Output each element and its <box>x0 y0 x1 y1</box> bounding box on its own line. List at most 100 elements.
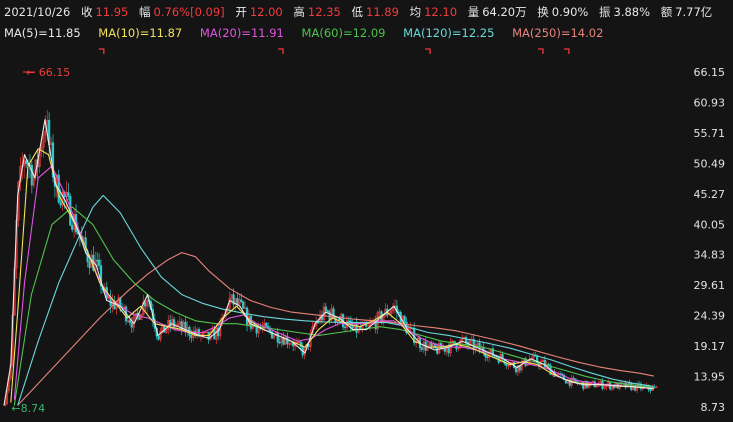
candlesticks <box>3 109 658 407</box>
low-value: 11.89 <box>366 5 399 19</box>
y-tick-label: 19.17 <box>694 340 726 353</box>
candle-body <box>217 327 220 337</box>
candlestick <box>464 335 468 346</box>
amplitude-label: 振 <box>599 5 611 19</box>
candlestick <box>368 317 372 332</box>
candlestick <box>330 304 333 323</box>
event-marker <box>278 48 284 54</box>
candlestick <box>94 251 97 271</box>
y-tick-label: 66.15 <box>694 66 726 79</box>
candle-body <box>282 338 285 345</box>
turnover-value: 0.90% <box>551 5 589 19</box>
candlestick <box>278 337 281 345</box>
candle-body <box>67 192 70 197</box>
avg-value: 12.10 <box>424 5 458 19</box>
candle-body <box>326 310 329 313</box>
high-value: 12.35 <box>307 5 341 19</box>
annotations: ← 66.15 ←8.74 <box>11 66 70 415</box>
candlestick <box>199 333 203 342</box>
candle-body <box>30 164 33 186</box>
candlestick <box>520 359 523 373</box>
candle-body <box>138 314 141 320</box>
candlestick <box>461 334 464 345</box>
price-axis: 66.15 60.93 55.71 50.49 45.27 40.05 34.83 29.61… <box>694 66 726 414</box>
candle-body <box>190 335 193 338</box>
candle-body <box>278 341 281 344</box>
y-tick-label: 50.49 <box>694 157 726 170</box>
candle-body <box>343 326 347 329</box>
close-label: 收 <box>80 5 93 19</box>
ma-legend-item: MA(10)=11.87 <box>98 26 183 40</box>
candlestick <box>541 357 545 362</box>
candlestick <box>195 327 199 339</box>
avg-label: 均 <box>409 5 422 19</box>
candlestick <box>244 301 247 310</box>
quote-date: 2021/10/26 <box>4 5 71 19</box>
candlestick <box>432 341 435 350</box>
candlestick <box>242 300 245 310</box>
kline-chart[interactable]: ← 66.15 ←8.74 66.15 60.93 55.71 50.49 45.27 40… <box>0 44 733 422</box>
candlestick <box>374 315 377 334</box>
candle-body <box>96 259 99 262</box>
candlestick <box>384 302 387 317</box>
candlestick <box>420 346 423 352</box>
low-label: 低 <box>351 5 364 19</box>
candlestick <box>472 334 475 355</box>
candlestick <box>184 316 187 337</box>
change-value: 0.76%[0.09] <box>153 5 225 19</box>
candle-body <box>98 259 101 266</box>
event-markers <box>98 48 570 54</box>
candle-body <box>420 347 423 350</box>
candlestick <box>57 169 60 205</box>
volume-label: 量 <box>467 5 480 19</box>
candlestick <box>99 259 103 295</box>
candle-body <box>347 320 350 322</box>
ma-legend-item: MA(20)=11.91 <box>199 26 284 40</box>
y-tick-label: 29.61 <box>694 279 726 292</box>
candle-body <box>324 306 327 311</box>
candlestick <box>30 161 33 194</box>
candlestick <box>165 328 168 334</box>
moving-averages <box>3 118 654 406</box>
change-label: 幅 <box>139 5 151 19</box>
y-tick-label: 24.39 <box>694 310 726 323</box>
candle-body <box>317 321 320 324</box>
candlestick <box>146 296 149 315</box>
candlestick <box>609 381 612 391</box>
y-tick-label: 55.71 <box>694 127 726 140</box>
candlestick <box>98 253 101 270</box>
turnover-label: 换 <box>537 5 549 19</box>
event-marker <box>563 48 570 54</box>
high-label: 高 <box>293 5 305 19</box>
candle-body <box>144 301 147 307</box>
close-value: 11.95 <box>95 5 129 19</box>
candle-body <box>71 224 74 230</box>
ma-line-ma250 <box>17 252 654 406</box>
amount-label: 额 <box>660 5 673 19</box>
quote-info-bar: 2021/10/26 收 11.95 幅 0.76%[0.09] 开 12.00 高1… <box>4 3 719 21</box>
candle-body <box>240 299 243 303</box>
candlestick <box>607 379 610 389</box>
candlestick <box>455 344 458 352</box>
y-tick-label: 60.93 <box>694 96 726 109</box>
y-tick-label: 8.73 <box>701 401 726 414</box>
candle-body <box>157 335 160 340</box>
candlestick <box>157 335 160 341</box>
candlestick <box>186 321 189 337</box>
candlestick <box>324 302 327 316</box>
candlestick <box>267 322 270 331</box>
candlestick <box>178 316 181 331</box>
ma-legend-item: MA(60)=12.09 <box>301 26 386 40</box>
y-tick-label: 13.95 <box>694 371 726 384</box>
candle-body <box>436 347 439 354</box>
candle-body <box>572 377 575 380</box>
event-marker <box>98 48 105 54</box>
amplitude-value: 3.88% <box>613 5 651 19</box>
low-value-label: ←8.74 <box>11 402 45 415</box>
candle-body <box>276 332 279 343</box>
candle-body <box>88 261 91 268</box>
candle-body <box>172 319 176 328</box>
candle-body <box>447 347 450 354</box>
open-label: 开 <box>235 5 247 19</box>
candlestick <box>378 307 381 318</box>
